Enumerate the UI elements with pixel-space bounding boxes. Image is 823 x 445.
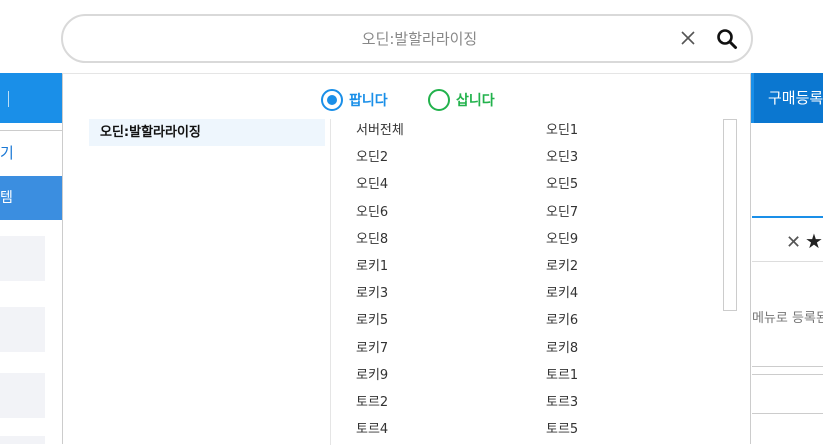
left-thumbnail[interactable] xyxy=(0,236,45,281)
server-item[interactable]: 로키7 xyxy=(356,339,388,359)
server-item[interactable]: 토르2 xyxy=(356,393,388,413)
divider xyxy=(752,413,823,414)
server-item[interactable]: 로키3 xyxy=(356,284,388,304)
scrollbar[interactable] xyxy=(723,119,737,311)
close-icon[interactable]: ✕ xyxy=(786,232,801,253)
left-tab[interactable]: 템 xyxy=(0,176,62,220)
left-thumbnail[interactable] xyxy=(0,436,45,444)
server-item[interactable]: 토르4 xyxy=(356,420,388,440)
server-item[interactable]: 로키9 xyxy=(356,366,388,386)
game-list-item[interactable]: 오딘:발할라라이징 xyxy=(89,119,325,146)
server-item[interactable]: 로키2 xyxy=(546,257,578,277)
search-bar xyxy=(61,14,753,63)
server-item[interactable]: 오딘2 xyxy=(356,148,388,168)
search-icon[interactable] xyxy=(715,27,739,51)
server-item[interactable]: 오딘5 xyxy=(546,175,578,195)
left-thumbnail[interactable] xyxy=(0,307,45,352)
divider xyxy=(752,366,823,367)
column-divider xyxy=(330,119,331,445)
left-link[interactable]: 기 xyxy=(0,142,14,163)
right-info-text: 메뉴로 등록된 xyxy=(752,311,823,326)
server-item[interactable]: 토르3 xyxy=(546,393,578,413)
search-dropdown: 팝니다 삽니다 오딘:발할라라이징 서버전체 오딘1 오딘2 오딘3 오딘4 오딘5 오딘6… xyxy=(62,73,751,445)
server-item[interactable]: 로키4 xyxy=(546,284,578,304)
star-icon[interactable]: ★ xyxy=(805,229,823,253)
clear-icon[interactable] xyxy=(677,27,699,49)
server-item[interactable]: 로키6 xyxy=(546,311,578,331)
sell-radio[interactable]: 팝니다 xyxy=(321,89,388,111)
left-thumbnail[interactable] xyxy=(0,373,45,418)
sell-radio-label: 팝니다 xyxy=(349,93,388,109)
left-tab-label: 템 xyxy=(0,190,13,206)
server-item[interactable]: 오딘8 xyxy=(356,230,388,250)
server-item[interactable]: 오딘4 xyxy=(356,175,388,195)
search-input[interactable] xyxy=(83,16,663,61)
buy-register-button[interactable]: 구매등록 xyxy=(754,73,823,123)
server-item[interactable]: 오딘1 xyxy=(546,121,578,141)
buy-radio[interactable]: 삽니다 xyxy=(428,89,495,111)
server-item[interactable]: 로키8 xyxy=(546,339,578,359)
server-item[interactable]: 오딘9 xyxy=(546,230,578,250)
server-item[interactable]: 오딘6 xyxy=(356,203,388,223)
radio-unchecked-icon xyxy=(428,89,450,111)
buy-radio-label: 삽니다 xyxy=(456,93,495,109)
left-divider xyxy=(0,130,62,131)
server-item[interactable]: 로키5 xyxy=(356,311,388,331)
server-item[interactable]: 로키1 xyxy=(356,257,388,277)
nav-divider xyxy=(0,85,20,113)
server-item[interactable]: 오딘3 xyxy=(546,148,578,168)
server-item[interactable]: 토르1 xyxy=(546,366,578,386)
server-item[interactable]: 서버전체 xyxy=(356,121,404,141)
server-item[interactable]: 오딘7 xyxy=(546,203,578,223)
radio-checked-icon xyxy=(321,89,343,111)
server-item[interactable]: 토르5 xyxy=(546,420,578,440)
divider xyxy=(752,374,823,375)
